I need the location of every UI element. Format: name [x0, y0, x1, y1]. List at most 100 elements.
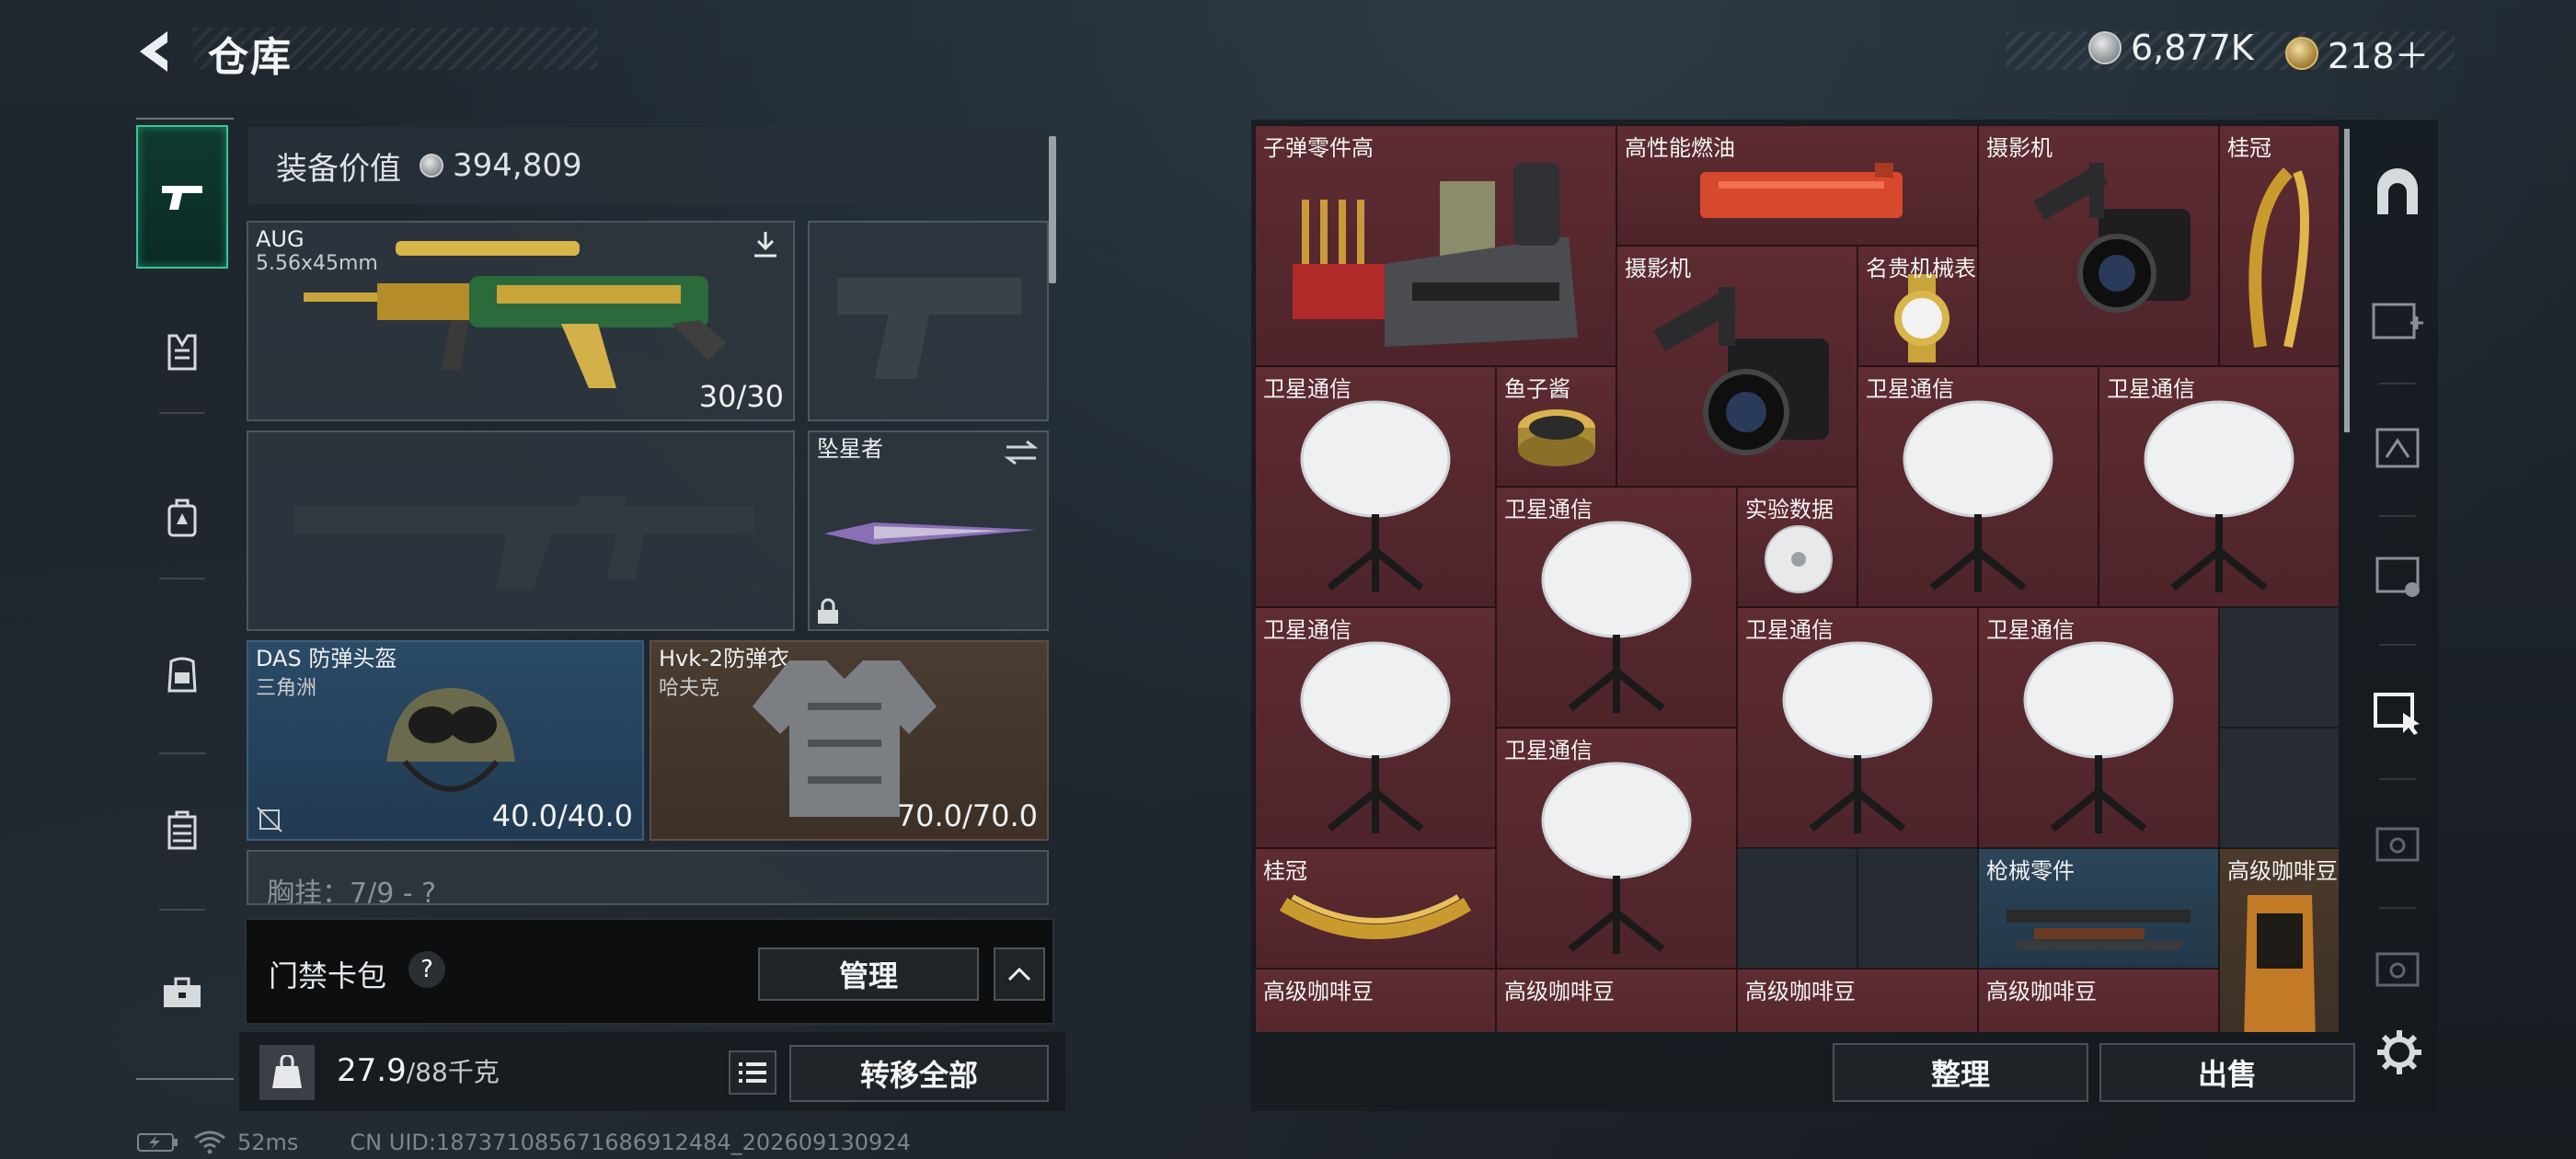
satellite-dish-image: [1782, 641, 1933, 833]
back-button[interactable]: [131, 26, 182, 77]
stash-item[interactable]: 摄影机: [1978, 125, 2219, 366]
stash-item[interactable]: 子弹零件高: [1255, 125, 1616, 366]
stash-item[interactable]: 高级咖啡豆: [1737, 969, 1978, 1032]
slot-body-armor[interactable]: Hvk-2防弹衣 哈夫克 70.0/70.0: [650, 640, 1049, 841]
collapse-button[interactable]: [994, 947, 1045, 1001]
stash-item[interactable]: 卫星通信: [1978, 607, 2219, 848]
stash-item[interactable]: 鱼子酱: [1496, 366, 1616, 487]
slot-secondary-weapon[interactable]: [808, 221, 1049, 421]
sell-button[interactable]: 出售: [2099, 1043, 2355, 1102]
slot-primary-weapon[interactable]: AUG 5.56x45mm 30/30: [247, 221, 795, 421]
nav-item-toolbox[interactable]: [136, 924, 228, 1061]
stash-item[interactable]: 卫星通信: [1496, 728, 1737, 969]
equipment-value-label: 装备价值: [276, 150, 401, 188]
stash-tab-4[interactable]: [2357, 515, 2438, 635]
item-label: 卫星通信: [2107, 376, 2195, 402]
settings-button[interactable]: [2366, 1019, 2432, 1085]
add-stash-icon: [2372, 303, 2423, 339]
help-icon[interactable]: ?: [408, 951, 445, 988]
weapon-ammo-count: 30/30: [698, 379, 784, 414]
sort-button[interactable]: 整理: [1833, 1043, 2088, 1102]
gatecard-label: 门禁卡包: [269, 958, 387, 993]
transfer-all-button[interactable]: 转移全部: [789, 1045, 1049, 1102]
gatecard-bar: 门禁卡包 ? 管理: [245, 918, 1054, 1025]
item-label: 摄影机: [1625, 256, 1691, 281]
nav-divider: [2379, 644, 2416, 646]
armor-durability: 70.0/70.0: [896, 798, 1038, 833]
manage-button[interactable]: 管理: [758, 947, 979, 1001]
currency-silver[interactable]: 6,877K: [2088, 28, 2254, 68]
grid-cell-empty[interactable]: [1737, 848, 1857, 969]
arch-stash-icon: [2377, 168, 2418, 214]
melee-name: 坠星者: [817, 436, 883, 462]
nav-divider: [159, 412, 205, 414]
stash-tab-main[interactable]: [2357, 132, 2438, 252]
satellite-dish-image: [1541, 762, 1692, 954]
gold-coin-icon: [2285, 36, 2318, 70]
stash-item[interactable]: 名贵机械表: [1857, 246, 1978, 366]
slot-chest-rig[interactable]: 胸挂：7/9 - ?: [247, 850, 1049, 905]
stash-item[interactable]: 实验数据: [1737, 487, 1857, 607]
gear-icon: [2377, 1030, 2421, 1074]
nav-item-armor[interactable]: [136, 283, 228, 421]
stash-item[interactable]: 摄影机: [1616, 246, 1857, 487]
stash-item[interactable]: 高级咖啡豆: [2219, 848, 2340, 1032]
nav-item-container[interactable]: [136, 762, 228, 900]
stash-item[interactable]: 桂冠: [2219, 125, 2340, 366]
stash-item[interactable]: 高级咖啡豆: [1978, 969, 2219, 1032]
stash-scrollbar-thumb[interactable]: [2344, 129, 2350, 432]
nav-divider: [159, 752, 205, 754]
lock-icon: [818, 598, 838, 624]
stash-item[interactable]: 卫星通信: [1255, 366, 1496, 607]
watch-image: [1894, 274, 1949, 362]
stash-item[interactable]: 卫星通信: [1255, 607, 1496, 848]
grid-cell-empty[interactable]: [2219, 728, 2340, 848]
nav-item-rig[interactable]: [136, 605, 228, 743]
stash-item[interactable]: 卫星通信: [2099, 366, 2340, 607]
ping-text: 52ms: [237, 1130, 299, 1155]
slot-melee[interactable]: 坠星者: [808, 430, 1049, 631]
item-label: 摄影机: [1986, 135, 2053, 161]
camera-image: [1653, 287, 1829, 455]
backpack-icon: [167, 499, 197, 537]
chevron-up-icon: [1007, 967, 1031, 981]
stash-grid: 子弹零件高 高性能燃油 摄影机 桂冠 摄影机 名贵机械表 卫星通信 鱼子酱 卫星…: [1255, 125, 2340, 1032]
slot-second-primary[interactable]: [247, 430, 795, 631]
stash-tab-3[interactable]: [2357, 386, 2438, 506]
stash-item[interactable]: 卫星通信: [1737, 607, 1978, 848]
stash-item[interactable]: 桂冠: [1255, 848, 1496, 969]
stash-item[interactable]: 高性能燃油: [1616, 125, 1978, 246]
stash-tab-5-active[interactable]: [2357, 651, 2438, 771]
nav-item-weapons[interactable]: [136, 125, 228, 269]
weight-bag-icon: [259, 1045, 315, 1100]
satellite-dish-image: [1300, 400, 1451, 592]
item-label: 高性能燃油: [1625, 135, 1735, 161]
item-label: 卫星通信: [1504, 738, 1593, 763]
item-label: 实验数据: [1745, 497, 1834, 522]
item-label: 卫星通信: [1986, 617, 2075, 643]
stash-item[interactable]: 高级咖啡豆: [1255, 969, 1496, 1032]
stash-tab-2[interactable]: [2357, 258, 2438, 377]
equipment-value-row: 装备价值 394,809: [248, 127, 1049, 204]
stash-tab-6[interactable]: [2357, 782, 2438, 901]
stash-item[interactable]: 高级咖啡豆: [1496, 969, 1737, 1032]
weight-current: 27.9: [337, 1052, 407, 1089]
swap-icon[interactable]: [1003, 438, 1040, 467]
back-arrow-icon: [140, 31, 167, 72]
data-disc-image: [1765, 525, 1833, 593]
scrollbar-thumb[interactable]: [1049, 136, 1056, 283]
stash-item[interactable]: 卫星通信: [1857, 366, 2099, 607]
grid-cell-empty[interactable]: [1857, 848, 1978, 969]
no-durability-repair-icon: [257, 807, 282, 832]
nav-item-backpack[interactable]: [136, 449, 228, 587]
armor-faction: 哈夫克: [659, 677, 720, 700]
currency-gold[interactable]: 218＋: [2285, 28, 2430, 78]
list-view-button[interactable]: [729, 1050, 776, 1095]
stash-item[interactable]: 卫星通信: [1496, 487, 1737, 728]
helmet-faction: 三角洲: [256, 677, 317, 700]
stash-item[interactable]: 枪械零件: [1978, 848, 2219, 969]
satellite-dish-image: [1300, 641, 1451, 833]
slot-helmet[interactable]: DAS 防弹头盔 三角洲 40.0/40.0: [247, 640, 644, 841]
stash-tab-7[interactable]: [2357, 907, 2438, 1027]
grid-cell-empty[interactable]: [2219, 607, 2340, 728]
